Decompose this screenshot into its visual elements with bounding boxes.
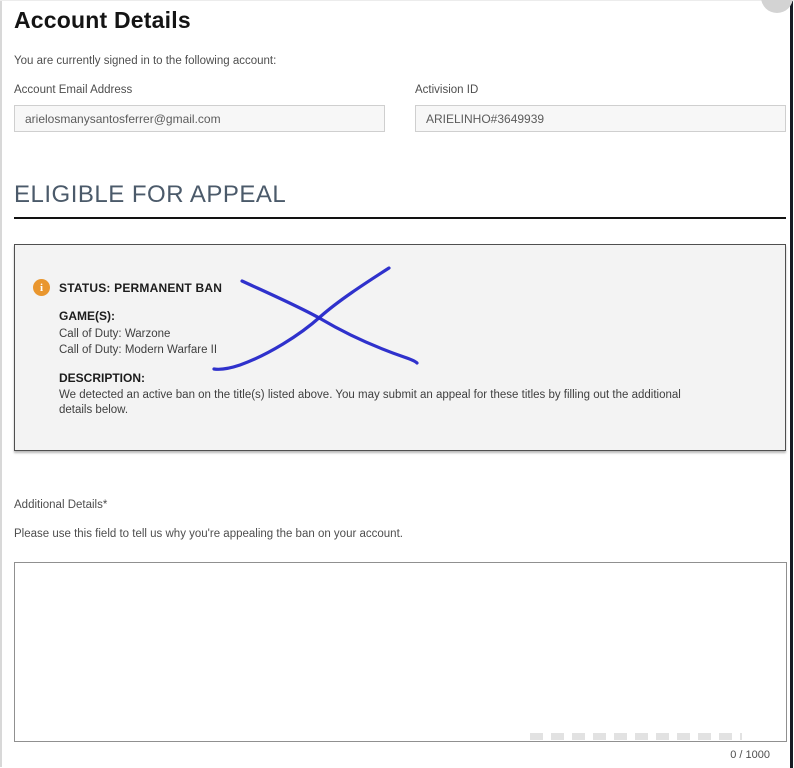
signed-in-text: You are currently signed in to the follo… xyxy=(14,55,786,67)
activision-id-field-label: Activision ID xyxy=(415,84,786,96)
info-icon: i xyxy=(33,279,50,296)
additional-details-textarea[interactable] xyxy=(14,562,787,742)
eligible-for-appeal-heading: ELIGIBLE FOR APPEAL xyxy=(14,181,786,209)
char-counter: 0 / 1000 xyxy=(14,749,786,761)
email-field[interactable] xyxy=(14,105,385,132)
ban-status-content: i STATUS: PERMANENT BAN GAME(S): Call of… xyxy=(15,245,785,418)
section-divider xyxy=(14,217,786,219)
activision-id-field[interactable] xyxy=(415,105,786,132)
description-text: We detected an active ban on the title(s… xyxy=(59,388,681,418)
game-line: Call of Duty: Warzone xyxy=(59,326,765,342)
description-label: DESCRIPTION: xyxy=(59,371,765,385)
email-field-label: Account Email Address xyxy=(14,84,385,96)
page-title: Account Details xyxy=(14,7,786,34)
account-fields-row: Account Email Address Activision ID xyxy=(14,84,786,132)
account-details-page: Account Details You are currently signed… xyxy=(0,1,794,767)
status-body: GAME(S): Call of Duty: Warzone Call of D… xyxy=(59,309,765,418)
status-row: i STATUS: PERMANENT BAN xyxy=(33,281,765,296)
watermark-artifact xyxy=(530,733,742,740)
games-label: GAME(S): xyxy=(59,309,765,323)
scrollbar-track[interactable] xyxy=(790,1,793,768)
games-list: Call of Duty: Warzone Call of Duty: Mode… xyxy=(59,326,765,358)
email-field-group: Account Email Address xyxy=(14,84,385,132)
additional-details-label: Additional Details* xyxy=(14,499,786,511)
activision-id-field-group: Activision ID xyxy=(415,84,786,132)
game-line: Call of Duty: Modern Warfare II xyxy=(59,342,765,358)
status-label: STATUS: PERMANENT BAN xyxy=(59,281,222,295)
ban-status-box: i STATUS: PERMANENT BAN GAME(S): Call of… xyxy=(14,244,786,451)
additional-details-helper: Please use this field to tell us why you… xyxy=(14,528,786,540)
